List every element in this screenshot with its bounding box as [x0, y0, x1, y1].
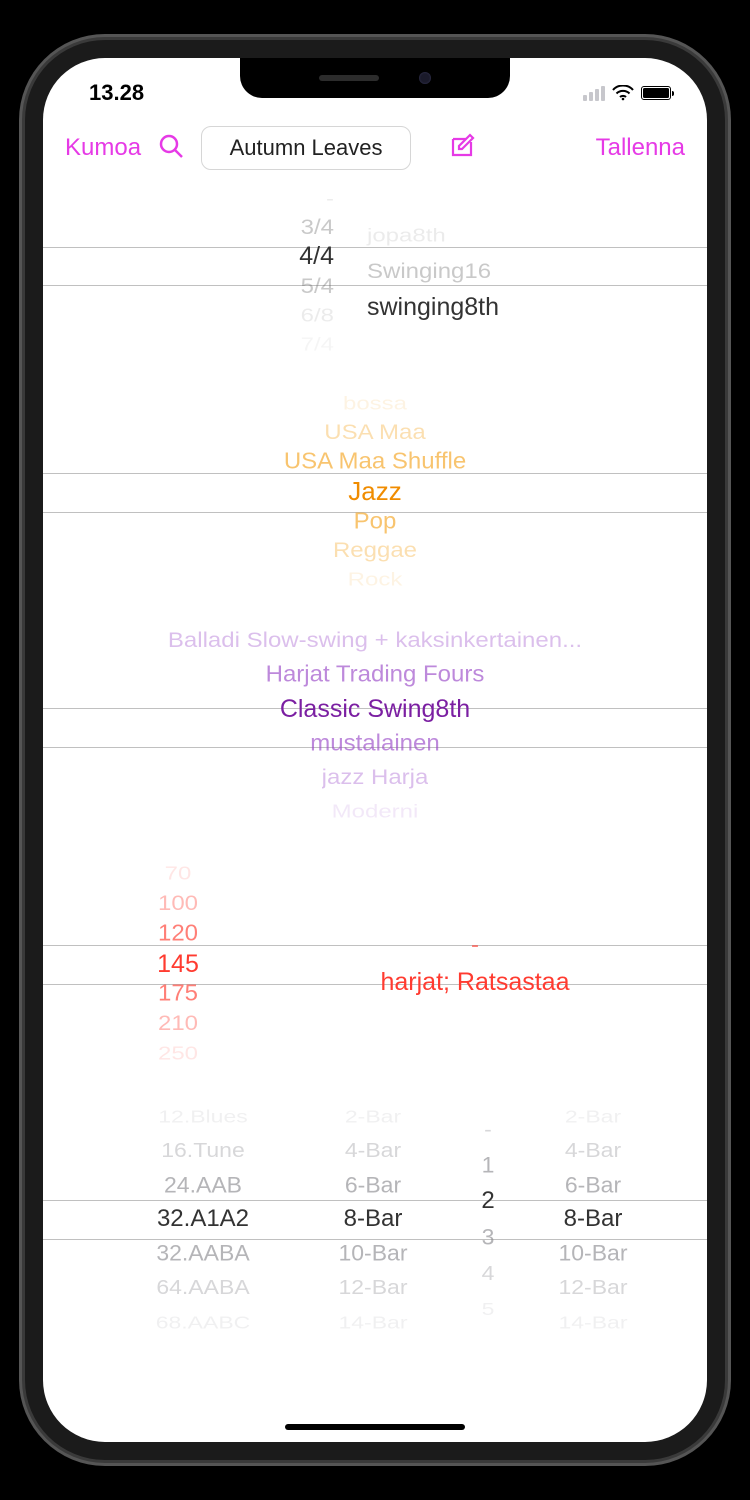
picker-item[interactable]: - — [463, 1113, 513, 1145]
screen: 13.28 Kumoa — [43, 58, 707, 1442]
picker-item[interactable]: USA Maa — [324, 420, 425, 446]
picker-item[interactable]: 175 — [138, 980, 218, 1009]
picker-item[interactable]: USA Maa Shuffle — [284, 448, 466, 476]
compose-icon[interactable] — [447, 131, 477, 166]
picker-item[interactable]: Rock — [348, 568, 403, 591]
picker-item[interactable]: 12-Bar — [543, 1272, 643, 1302]
picker-item[interactable]: 10-Bar — [323, 1237, 423, 1270]
picker-item[interactable]: 70 — [138, 862, 218, 885]
speaker-grille — [319, 75, 379, 81]
picker-item[interactable]: Pop — [354, 508, 397, 536]
picker-item[interactable]: 6/8 — [258, 304, 338, 327]
picker-item[interactable]: Swinging16 — [363, 256, 583, 288]
picker-item[interactable]: 2-Bar — [323, 1103, 423, 1130]
picker-item[interactable]: 24.AAB — [143, 1168, 263, 1201]
picker-item[interactable]: 7/4 — [258, 333, 338, 356]
picker-item[interactable]: 120 — [138, 920, 218, 949]
picker-item[interactable]: 14-Bar — [323, 1308, 423, 1335]
picker-item-selected[interactable]: Jazz — [348, 476, 401, 507]
picker-item[interactable]: 250 — [138, 1042, 218, 1065]
notch — [240, 58, 510, 98]
search-icon[interactable] — [157, 132, 185, 165]
picker-item-selected[interactable]: 8-Bar — [323, 1202, 423, 1236]
picker-item[interactable]: 14-Bar — [543, 1308, 643, 1335]
picker-item-selected[interactable]: 145 — [138, 949, 218, 979]
song-title-input[interactable] — [201, 126, 411, 170]
home-indicator[interactable] — [285, 1424, 465, 1430]
picker-item[interactable]: 100 — [138, 891, 218, 917]
picker-item[interactable]: 3/4 — [258, 215, 338, 241]
picker-item[interactable]: 6-Bar — [323, 1168, 423, 1201]
picker-item[interactable]: jopa8th — [363, 221, 583, 249]
content: - 3/4 4/4 5/4 6/8 7/4 jopa8th Swinging16… — [43, 184, 707, 1442]
cancel-button[interactable]: Kumoa — [65, 134, 141, 162]
picker-item-selected[interactable]: 32.A1A2 — [143, 1202, 263, 1236]
picker-item[interactable]: 10-Bar — [543, 1237, 643, 1270]
picker-item[interactable]: 4 — [463, 1257, 513, 1289]
picker-item[interactable]: Balladi Slow-swing + kaksinkertainen... — [168, 626, 582, 656]
picker-item[interactable]: 4-Bar — [323, 1135, 423, 1165]
wifi-icon — [612, 85, 634, 101]
battery-icon — [641, 86, 671, 100]
picker-item[interactable]: mustalainen — [310, 727, 439, 759]
picker-item-selected[interactable]: 8-Bar — [543, 1202, 643, 1236]
picker-item[interactable]: 5 — [463, 1295, 513, 1323]
picker-item-selected[interactable]: harjat; Ratsastaa — [273, 964, 677, 1000]
picker-item-selected[interactable]: 2 — [463, 1183, 513, 1219]
device-frame: 13.28 Kumoa — [0, 0, 750, 1500]
front-camera — [419, 72, 431, 84]
cellular-icon — [583, 86, 605, 101]
picker-item[interactable]: Moderni — [332, 799, 419, 826]
picker-item-selected[interactable]: swinging8th — [363, 290, 583, 326]
form-picker[interactable]: 12.Blues 16.Tune 24.AAB 32.A1A2 32.AABA … — [43, 1099, 707, 1339]
picker-item[interactable]: 4-Bar — [543, 1135, 643, 1165]
picker-item[interactable]: Reggae — [333, 538, 417, 564]
picker-item[interactable]: 6-Bar — [543, 1168, 643, 1201]
picker-item[interactable]: 5/4 — [258, 273, 338, 299]
picker-item[interactable]: 210 — [138, 1011, 218, 1037]
picker-item[interactable]: 2-Bar — [543, 1103, 643, 1130]
picker-item-selected[interactable]: Classic Swing8th — [280, 692, 470, 726]
picker-item[interactable]: 16.Tune — [143, 1135, 263, 1165]
picker-item[interactable]: Harjat Trading Fours — [266, 659, 485, 691]
picker-item[interactable]: 68.AABC — [143, 1308, 263, 1335]
picker-item[interactable]: - — [258, 187, 338, 210]
status-icons — [583, 85, 671, 101]
style-picker[interactable]: Balladi Slow-swing + kaksinkertainen... … — [43, 624, 707, 829]
picker-item[interactable]: bossa — [343, 392, 407, 415]
picker-item[interactable]: 12.Blues — [143, 1103, 263, 1130]
picker-item[interactable]: 32.AABA — [143, 1237, 263, 1270]
picker-item[interactable]: - — [273, 929, 677, 963]
picker-item[interactable]: 64.AABA — [143, 1272, 263, 1302]
picker-item[interactable]: jazz Harja — [322, 763, 429, 793]
tempo-picker[interactable]: 70 100 120 145 175 210 250 - harjat; Rat… — [43, 859, 707, 1069]
picker-item[interactable]: 1 — [463, 1148, 513, 1182]
picker-item-selected[interactable]: 4/4 — [258, 242, 338, 271]
status-time: 13.28 — [89, 80, 144, 106]
picker-item[interactable]: 12-Bar — [323, 1272, 423, 1302]
picker-item[interactable]: 3 — [463, 1220, 513, 1254]
device-bezel: 13.28 Kumoa — [25, 40, 725, 1460]
save-button[interactable]: Tallenna — [596, 134, 685, 162]
toolbar: Kumoa Tallenna — [43, 118, 707, 184]
genre-picker[interactable]: bossa USA Maa USA Maa Shuffle Jazz Pop R… — [43, 389, 707, 594]
time-signature-picker[interactable]: - 3/4 4/4 5/4 6/8 7/4 jopa8th Swinging16… — [43, 184, 707, 359]
